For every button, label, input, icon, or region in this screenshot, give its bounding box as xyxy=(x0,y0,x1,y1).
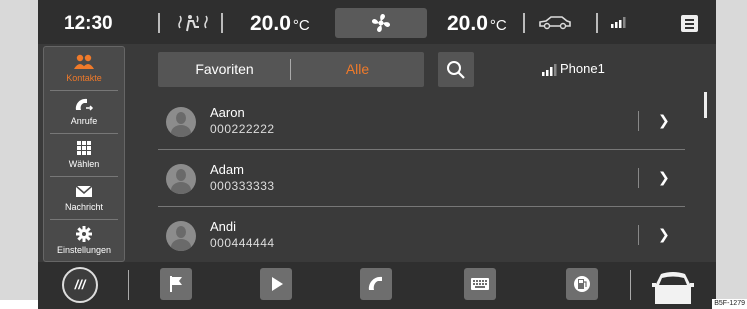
sidebar-item-settings[interactable]: Einstellungen xyxy=(44,219,124,262)
sidebar-item-label: Kontakte xyxy=(66,73,102,83)
phone-icon xyxy=(368,276,382,290)
contact-number: 000333333 xyxy=(210,179,275,193)
contact-list: Aaron 000222222 ❯ Adam 000333333 ❯ Andi … xyxy=(158,93,685,260)
phone-name: Phone1 xyxy=(560,61,605,76)
status-bar: 12:30 20.0 °C 20.0 °C xyxy=(38,0,716,44)
contact-row[interactable]: Aaron 000222222 ❯ xyxy=(158,93,685,149)
app-dock: /// xyxy=(38,262,716,309)
search-icon xyxy=(447,61,465,79)
tab-all[interactable]: Alle xyxy=(291,52,424,87)
signal-icon xyxy=(611,14,629,33)
sidebar-item-message[interactable]: Nachricht xyxy=(44,176,124,219)
vehicle-button[interactable] xyxy=(650,266,696,306)
separator xyxy=(523,13,525,33)
separator xyxy=(596,13,598,33)
avatar xyxy=(166,164,196,194)
settings-gear-icon xyxy=(76,226,92,242)
message-icon xyxy=(75,185,93,197)
fuel-icon xyxy=(574,276,590,292)
keyboard-app-button[interactable] xyxy=(464,268,496,300)
seat-heating-icon[interactable] xyxy=(175,13,211,33)
infotainment-screen: 12:30 20.0 °C 20.0 °C Kontakte Anrufe Wä… xyxy=(38,0,716,309)
contact-name: Adam xyxy=(210,162,244,177)
car-front-icon xyxy=(652,272,694,304)
menu-icon[interactable] xyxy=(681,15,698,32)
temperature-left[interactable]: 20.0 °C xyxy=(250,12,310,36)
separator xyxy=(630,270,631,300)
contacts-icon xyxy=(74,54,94,69)
play-icon xyxy=(272,277,283,291)
sidebar-item-label: Einstellungen xyxy=(56,245,112,255)
sidebar-item-calls[interactable]: Anrufe xyxy=(44,90,124,133)
fan-button[interactable] xyxy=(335,8,427,38)
chevron-right-icon[interactable]: ❯ xyxy=(658,169,670,186)
keypad-icon xyxy=(77,141,91,155)
home-button[interactable]: /// xyxy=(62,267,98,303)
image-code: B5F-1279 xyxy=(712,299,747,309)
separator xyxy=(158,13,160,33)
flag-icon xyxy=(170,276,182,292)
avatar xyxy=(166,221,196,251)
media-app-button[interactable] xyxy=(260,268,292,300)
phone-app-button[interactable] xyxy=(360,268,392,300)
navigation-app-button[interactable] xyxy=(160,268,192,300)
contact-tabs: Favoriten Alle xyxy=(158,52,424,87)
keyboard-icon xyxy=(471,278,489,290)
contact-name: Andi xyxy=(210,219,237,234)
clock: 12:30 xyxy=(64,13,113,34)
sidebar-item-label: Anrufe xyxy=(70,116,98,126)
contact-row[interactable]: Andi 000444444 ❯ xyxy=(158,207,685,263)
temp-unit: °C xyxy=(292,17,310,34)
temp-right-value: 20.0 xyxy=(447,12,488,35)
divider xyxy=(638,168,639,188)
avatar xyxy=(166,107,196,137)
chevron-right-icon[interactable]: ❯ xyxy=(658,112,670,129)
separator xyxy=(221,13,223,33)
temp-left-value: 20.0 xyxy=(250,12,291,35)
temperature-right[interactable]: 20.0 °C xyxy=(447,12,507,36)
contact-row[interactable]: Adam 000333333 ❯ xyxy=(158,150,685,206)
sidebar-item-dial[interactable]: Wählen xyxy=(44,133,124,176)
sidebar-item-label: Wählen xyxy=(68,159,100,169)
fuel-app-button[interactable] xyxy=(566,268,598,300)
connected-phone[interactable]: Phone1 xyxy=(542,61,605,76)
call-log-icon xyxy=(75,98,94,111)
scrollbar[interactable] xyxy=(704,92,707,118)
divider xyxy=(638,225,639,245)
sidebar-item-contacts[interactable]: Kontakte xyxy=(44,47,124,90)
search-button[interactable] xyxy=(438,52,474,87)
car-icon[interactable] xyxy=(538,14,572,35)
sidebar: Kontakte Anrufe Wählen Nachricht Einstel… xyxy=(43,46,125,262)
phone-signal-icon xyxy=(542,64,557,76)
tab-favorites[interactable]: Favoriten xyxy=(158,52,291,87)
fan-icon xyxy=(371,13,391,33)
sidebar-item-label: Nachricht xyxy=(64,202,103,212)
chevron-right-icon[interactable]: ❯ xyxy=(658,226,670,243)
contact-number: 000444444 xyxy=(210,236,275,250)
page-indicator xyxy=(606,300,620,309)
divider xyxy=(638,111,639,131)
contact-name: Aaron xyxy=(210,105,245,120)
temp-unit: °C xyxy=(489,17,507,34)
contact-number: 000222222 xyxy=(210,122,275,136)
separator xyxy=(128,270,129,300)
